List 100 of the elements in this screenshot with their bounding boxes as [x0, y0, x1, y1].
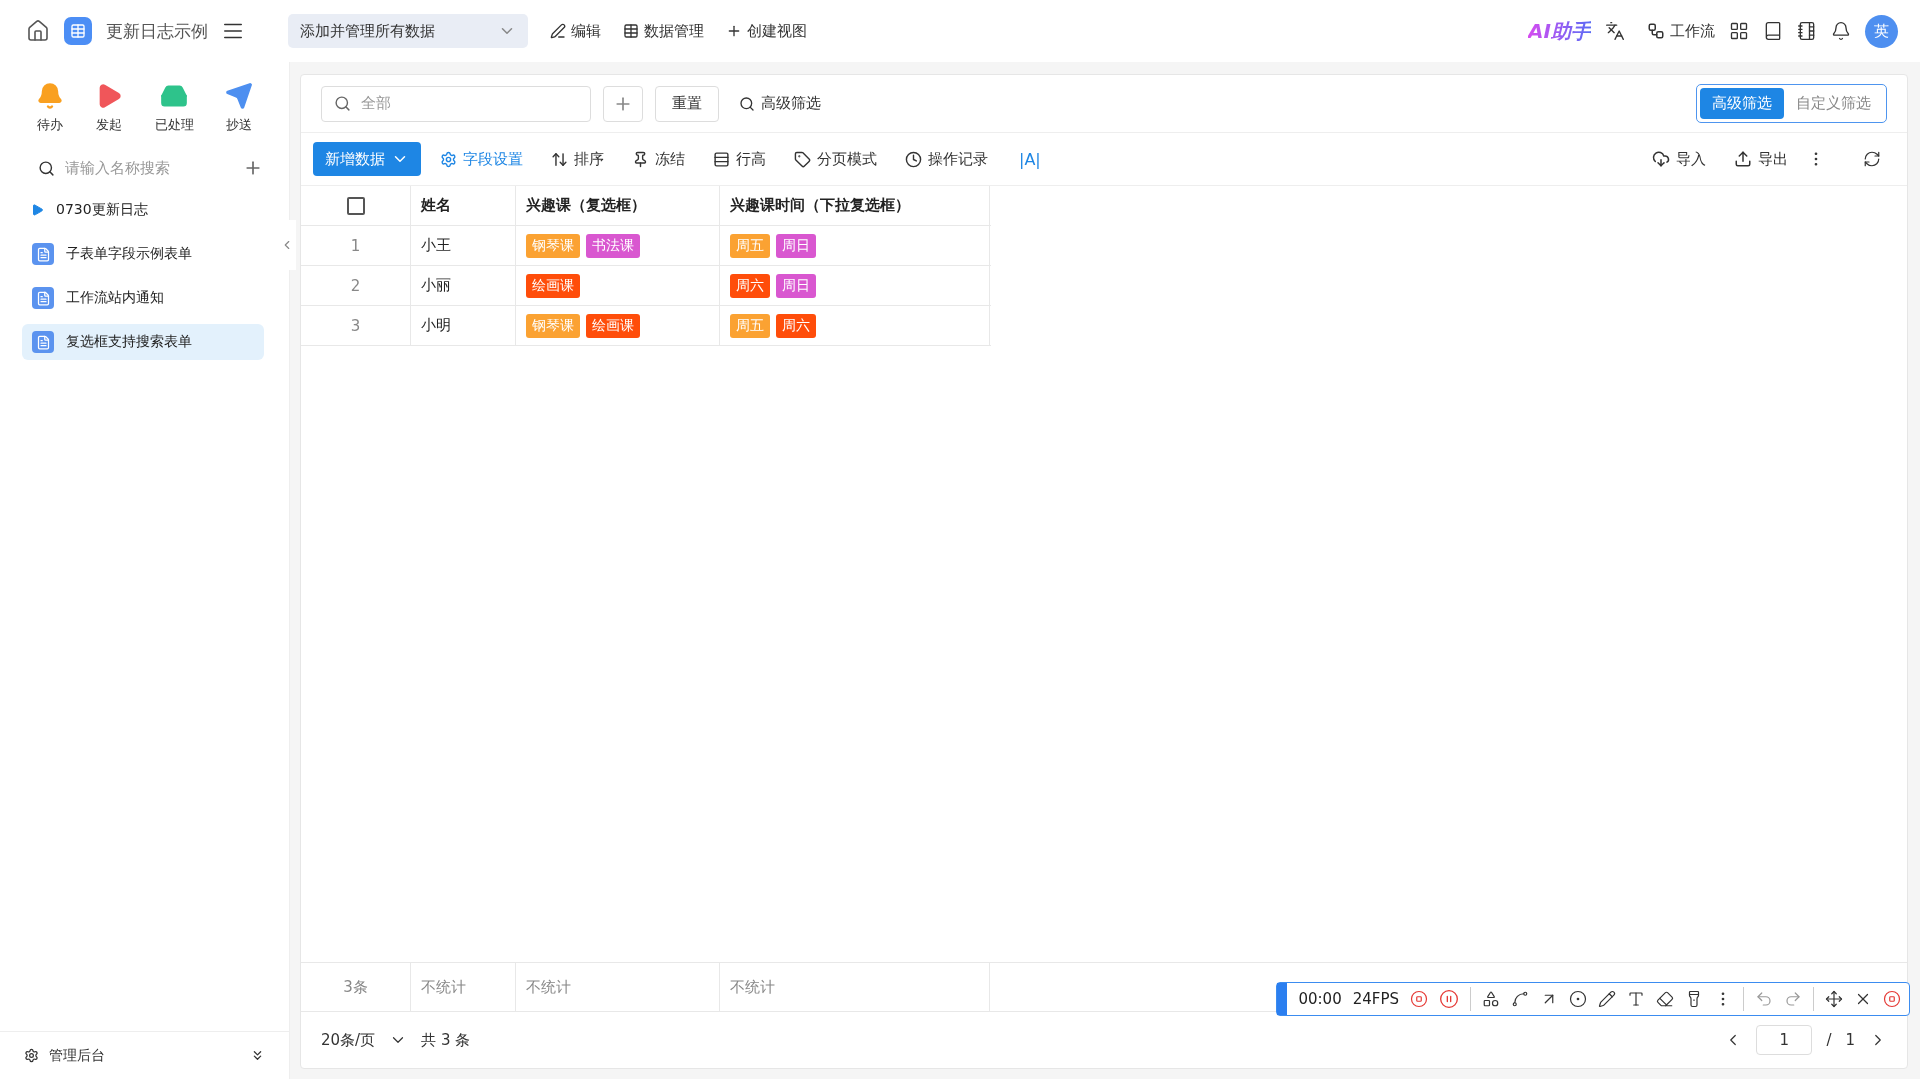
pin-icon — [632, 150, 649, 168]
notebook-icon[interactable] — [1797, 21, 1817, 41]
toolbar-button[interactable]: 行高 — [704, 149, 775, 169]
book-icon[interactable] — [1763, 21, 1783, 41]
expand-icon[interactable] — [32, 204, 44, 216]
add-data-button[interactable]: 新增数据 — [313, 142, 421, 176]
document-icon — [32, 331, 54, 353]
day-tag: 周五 — [730, 233, 770, 258]
total-count: 共 3 条 — [421, 1030, 471, 1050]
page-separator: / — [1826, 1031, 1832, 1049]
advanced-filter-button[interactable]: 高级筛选 — [731, 94, 829, 113]
recording-time: 00:00 — [1298, 990, 1342, 1008]
plus-icon — [726, 23, 742, 39]
clock-icon — [905, 150, 922, 168]
select-all-checkbox[interactable] — [346, 196, 365, 215]
toolbar-link[interactable]: 编辑 — [550, 21, 601, 41]
toolbar-button[interactable]: 操作记录 — [896, 149, 997, 169]
workflow-icon — [1647, 22, 1665, 40]
refresh-icon[interactable] — [1863, 150, 1881, 168]
toolbar-link[interactable]: 创建视图 — [726, 21, 807, 41]
row-number: 3 — [301, 306, 411, 345]
toolbar-button[interactable]: 导出 — [1725, 149, 1797, 169]
quick-action[interactable]: 待办 — [35, 82, 64, 134]
gear-icon — [440, 150, 457, 168]
rows-icon — [713, 150, 730, 168]
search-icon — [739, 95, 755, 112]
send-icon — [225, 82, 254, 110]
row-number: 2 — [301, 266, 411, 305]
page-count: 1 — [1845, 1031, 1855, 1049]
sidebar-item[interactable]: 0730更新日志 — [56, 201, 148, 219]
drag-handle[interactable] — [1277, 983, 1288, 1015]
quick-action[interactable]: 抄送 — [225, 82, 254, 134]
course-tag: 钢琴课 — [526, 233, 580, 258]
table-icon — [70, 23, 86, 39]
search-icon — [38, 159, 55, 177]
sidebar-item[interactable]: 子表单字段示例表单 — [66, 245, 192, 263]
upload-icon — [1734, 150, 1752, 168]
text-icon[interactable] — [1627, 990, 1645, 1008]
summary-cell: 不统计 — [516, 963, 720, 1011]
course-tag: 钢琴课 — [526, 313, 580, 338]
table-cell: 小明 — [411, 306, 516, 345]
toolbar-button[interactable]: 分页模式 — [785, 149, 886, 169]
workflow-link[interactable]: 工作流 — [1647, 21, 1715, 41]
page-size-select[interactable]: 20条/页 — [321, 1030, 376, 1050]
document-icon — [32, 243, 54, 265]
bell-icon — [35, 82, 64, 110]
record-icon[interactable] — [1883, 990, 1901, 1008]
filter-mode-tab[interactable]: 高级筛选 — [1700, 88, 1784, 119]
gear-icon — [24, 1048, 39, 1063]
table-icon — [623, 23, 639, 39]
day-tag: 周日 — [776, 233, 816, 258]
redo-icon[interactable] — [1784, 990, 1802, 1008]
toolbar-button[interactable]: 排序 — [542, 149, 613, 169]
bell-icon[interactable] — [1831, 21, 1851, 41]
page-input[interactable]: 1 — [1756, 1025, 1813, 1055]
sort-icon — [551, 150, 568, 168]
view-selector[interactable]: 添加并管理所有数据 — [288, 14, 528, 48]
home-icon[interactable] — [26, 19, 50, 43]
course-tag: 书法课 — [586, 233, 640, 258]
shapes-icon[interactable] — [1482, 990, 1500, 1008]
day-tag: 周六 — [730, 273, 770, 298]
app-title: 更新日志示例 — [106, 19, 208, 43]
undo-icon[interactable] — [1755, 990, 1773, 1008]
course-tag: 绘画课 — [526, 273, 580, 298]
grid-icon[interactable] — [1729, 21, 1749, 41]
summary-cell: 不统计 — [411, 963, 516, 1011]
reset-button[interactable]: 重置 — [655, 85, 719, 122]
quick-action[interactable]: 发起 — [95, 82, 124, 134]
sidebar-item[interactable]: 工作流站内通知 — [66, 289, 164, 307]
summary-cell: 3条 — [301, 963, 411, 1011]
day-tag: 周五 — [730, 313, 770, 338]
toolbar-button[interactable]: 导入 — [1643, 149, 1715, 169]
polyline-icon[interactable] — [1511, 990, 1529, 1008]
pencil-icon[interactable] — [1598, 990, 1616, 1008]
move-icon[interactable] — [1825, 990, 1843, 1008]
search-icon — [334, 95, 351, 112]
admin-link[interactable]: 管理后台 — [49, 1046, 105, 1065]
stop-icon[interactable] — [1410, 990, 1428, 1008]
summary-cell: 不统计 — [720, 963, 990, 1011]
day-tag: 周六 — [776, 313, 816, 338]
quick-action[interactable]: 已处理 — [154, 82, 194, 134]
toolbar-link[interactable]: 数据管理 — [623, 21, 704, 41]
eraser-icon[interactable] — [1656, 990, 1674, 1008]
cloud-download-icon — [1652, 150, 1670, 168]
translate-icon[interactable] — [1605, 21, 1625, 41]
table-cell: 小丽 — [411, 266, 516, 305]
column-header: 兴趣课时间（下拉复选框） — [720, 186, 990, 225]
document-icon — [32, 287, 54, 309]
pen-icon — [550, 23, 566, 39]
number-marker-icon[interactable] — [1569, 990, 1587, 1008]
day-tag: 周日 — [776, 273, 816, 298]
toolbar-button[interactable]: 冻结 — [623, 149, 694, 169]
toolbar-button[interactable]: 字段设置 — [431, 149, 532, 169]
row-number: 1 — [301, 226, 411, 265]
frame-rate: 24FPS — [1352, 990, 1399, 1008]
course-tag: 绘画课 — [586, 313, 640, 338]
pause-icon[interactable] — [1439, 989, 1459, 1009]
table-cell: 小王 — [411, 226, 516, 265]
tag-icon — [794, 150, 811, 168]
text-format-button[interactable]: |A| — [1007, 149, 1053, 169]
